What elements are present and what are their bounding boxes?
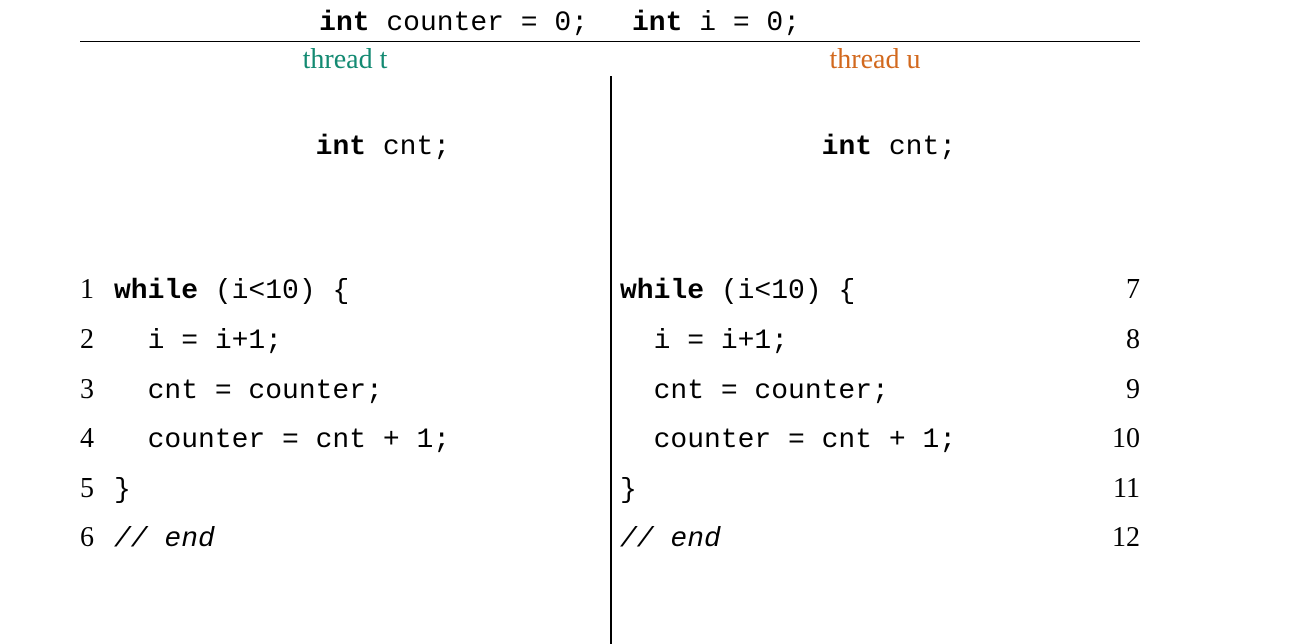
u-line-6: // end 12: [620, 514, 1140, 564]
t-ln-6: 6: [80, 514, 114, 562]
u-decl-rest: cnt;: [872, 132, 956, 163]
u-line-1: while (i<10) { 7: [620, 266, 1140, 316]
thread-headings: thread t thread u: [80, 44, 1140, 76]
t-code-1-kw: while: [114, 276, 198, 307]
t-line-6: 6 // end: [80, 514, 592, 564]
t-ln-3: 3: [80, 366, 114, 414]
t-decl-rest: cnt;: [366, 132, 450, 163]
divider-horizontal: [80, 41, 1140, 42]
thread-u-column: int cnt; while (i<10) { 7 i = i+1; 8 cnt…: [610, 76, 1140, 564]
thread-t-heading: thread t: [80, 44, 610, 76]
t-decl-line: int cnt;: [80, 76, 592, 219]
code-figure: int counter = 0; int i = 0; thread t thr…: [0, 0, 1298, 570]
t-line-3: 3 cnt = counter;: [80, 366, 592, 416]
u-ln-3: 9: [1080, 366, 1140, 414]
u-decl-kw: int: [822, 132, 872, 163]
u-code-6: // end: [620, 516, 1080, 564]
decl-i: int i = 0;: [610, 6, 1140, 39]
decl-counter-rest: counter = 0;: [370, 8, 588, 39]
t-decl-kw: int: [316, 132, 366, 163]
code-columns: int cnt; 1 while (i<10) { 2 i = i+1; 3 c…: [80, 76, 1140, 564]
u-code-4: counter = cnt + 1;: [620, 417, 1080, 465]
shared-declarations: int counter = 0; int i = 0;: [80, 6, 1140, 39]
decl-counter: int counter = 0;: [80, 6, 610, 39]
t-ln-5: 5: [80, 465, 114, 513]
u-decl-line: int cnt;: [620, 76, 1140, 219]
t-code-4: counter = cnt + 1;: [114, 417, 450, 465]
t-ln-4: 4: [80, 415, 114, 463]
t-line-1: 1 while (i<10) {: [80, 266, 592, 316]
u-ln-1: 7: [1080, 266, 1140, 314]
decl-counter-kw: int: [319, 8, 369, 39]
u-blank: [620, 219, 1140, 267]
u-ln-2: 8: [1080, 316, 1140, 364]
u-code-1-kw: while: [620, 276, 704, 307]
decl-i-kw: int: [632, 8, 682, 39]
u-code-5: }: [620, 467, 1080, 515]
t-code-5: }: [114, 467, 131, 515]
t-line-5: 5 }: [80, 465, 592, 515]
t-blank: [80, 219, 592, 267]
thread-t-column: int cnt; 1 while (i<10) { 2 i = i+1; 3 c…: [80, 76, 610, 564]
u-line-3: cnt = counter; 9: [620, 366, 1140, 416]
code-figure-inner: int counter = 0; int i = 0; thread t thr…: [80, 6, 1140, 564]
u-line-5: } 11: [620, 465, 1140, 515]
t-code-6: // end: [114, 516, 215, 564]
u-code-2: i = i+1;: [620, 318, 1080, 366]
thread-u-heading: thread u: [610, 44, 1140, 76]
u-code-3: cnt = counter;: [620, 368, 1080, 416]
u-line-2: i = i+1; 8: [620, 316, 1140, 366]
t-line-2: 2 i = i+1;: [80, 316, 592, 366]
t-code-3: cnt = counter;: [114, 368, 383, 416]
divider-vertical: [610, 76, 612, 644]
t-code-2: i = i+1;: [114, 318, 282, 366]
u-line-4: counter = cnt + 1; 10: [620, 415, 1140, 465]
t-code-1-rest: (i<10) {: [198, 276, 349, 307]
u-ln-5: 11: [1080, 465, 1140, 513]
u-ln-6: 12: [1080, 514, 1140, 562]
u-ln-4: 10: [1080, 415, 1140, 463]
decl-i-rest: i = 0;: [682, 8, 800, 39]
t-line-4: 4 counter = cnt + 1;: [80, 415, 592, 465]
t-ln-2: 2: [80, 316, 114, 364]
t-ln-1: 1: [80, 266, 114, 314]
u-code-1-rest: (i<10) {: [704, 276, 855, 307]
